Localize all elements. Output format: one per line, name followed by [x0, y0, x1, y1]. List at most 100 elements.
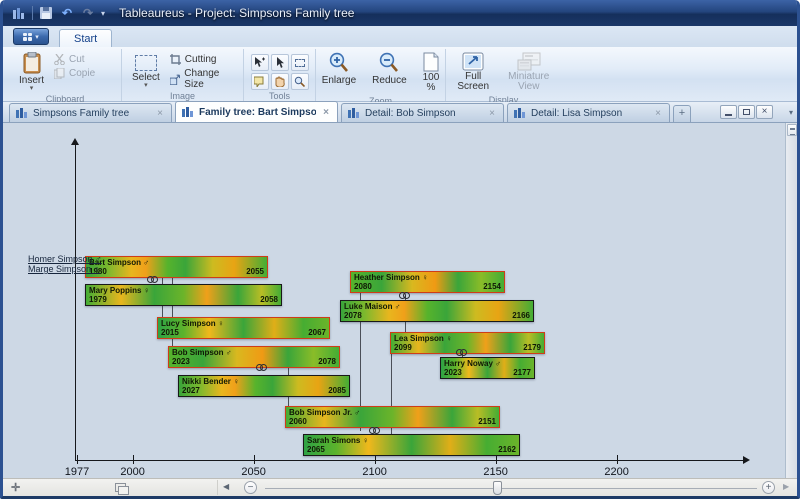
- change-size-button[interactable]: Change Size: [170, 68, 239, 90]
- pan-tool-button[interactable]: [271, 73, 289, 90]
- miniature-view-button[interactable]: Miniature View: [500, 50, 557, 94]
- ribbon-tab-start[interactable]: Start: [59, 29, 112, 47]
- end-year: 2154: [483, 282, 501, 291]
- zoom-tool-button[interactable]: [291, 73, 309, 90]
- person-bar[interactable]: Nikki Bender ♀20272085: [178, 375, 350, 397]
- x-axis-arrow-icon: [743, 456, 750, 464]
- end-year: 2179: [523, 343, 541, 352]
- pan-icon[interactable]: ✛: [11, 481, 20, 494]
- full-screen-button[interactable]: Full Screen: [450, 50, 496, 94]
- close-icon[interactable]: ×: [653, 108, 663, 119]
- tab-detail-bob-simpson[interactable]: Detail: Bob Simpson ×: [341, 103, 504, 122]
- zoom-out-button[interactable]: −: [244, 481, 257, 494]
- page-icon: [423, 52, 439, 72]
- reduce-button[interactable]: Reduce: [366, 50, 412, 88]
- close-window-button[interactable]: ×: [756, 105, 773, 119]
- cutting-label: Cutting: [185, 54, 217, 65]
- person-bar[interactable]: Heather Simpson ♀20802154: [350, 271, 505, 293]
- change-size-label: Change Size: [184, 68, 239, 90]
- ancestor-link[interactable]: Marge Simpson ♀: [28, 264, 100, 274]
- scroll-left-icon[interactable]: ◀: [223, 482, 229, 491]
- x-axis-tick-label: 2050: [241, 466, 265, 478]
- cut-label: Cut: [69, 54, 85, 65]
- marriage-rings-icon: [256, 364, 269, 372]
- scroll-right-icon[interactable]: ▶: [783, 482, 789, 491]
- chart-icon: [16, 108, 28, 118]
- birth-year: 2023: [444, 368, 462, 377]
- cutting-button[interactable]: Cutting: [170, 54, 239, 65]
- person-bar[interactable]: Bart Simpson ♂19802055: [85, 256, 268, 278]
- zoom-in-icon: [328, 52, 350, 74]
- scrollbar-split-button[interactable]: [787, 124, 797, 136]
- minimize-button[interactable]: [720, 105, 737, 119]
- zoom-100-button[interactable]: 100%: [417, 50, 446, 95]
- end-year: 2177: [513, 368, 531, 377]
- select-button[interactable]: Select ▾: [126, 50, 166, 90]
- page-layout-icon[interactable]: [115, 483, 126, 492]
- new-tab-button[interactable]: +: [673, 105, 691, 122]
- family-tree-canvas[interactable]: 197720002050210021502200Homer Simpson ♂M…: [3, 123, 785, 478]
- enlarge-button[interactable]: Enlarge: [316, 50, 362, 88]
- zoom-slider-thumb[interactable]: [493, 481, 502, 495]
- x-axis-tick: [77, 455, 78, 464]
- application-menu-button[interactable]: ▾: [13, 28, 49, 45]
- tab-label: Detail: Lisa Simpson: [531, 108, 648, 119]
- undo-icon[interactable]: ↶: [59, 6, 75, 20]
- person-bar[interactable]: Mary Poppins ♀19792058: [85, 284, 282, 306]
- save-icon[interactable]: [38, 6, 54, 20]
- person-bar[interactable]: Lucy Simpson ♀20152067: [157, 317, 330, 339]
- redo-icon[interactable]: ↷: [80, 6, 96, 20]
- end-year: 2067: [308, 328, 326, 337]
- clipboard-icon: [23, 52, 41, 74]
- x-axis-tick: [375, 455, 376, 464]
- copy-button[interactable]: Copie: [54, 68, 95, 79]
- x-axis-tick-label: 1977: [65, 466, 89, 478]
- move-tool-button[interactable]: [251, 54, 269, 71]
- ribbon-group-zoom: Enlarge Reduce 100% Zoom: [315, 49, 445, 101]
- tab-family-tree-bart-simpson[interactable]: Family tree: Bart Simpson ×: [175, 101, 338, 122]
- y-axis-arrow-icon: [71, 138, 79, 145]
- note-icon: [254, 76, 265, 87]
- birth-year: 2060: [289, 417, 307, 426]
- person-bar[interactable]: Bob Simpson ♂20232078: [168, 346, 340, 368]
- zoom-in-button[interactable]: +: [762, 481, 775, 494]
- ribbon-group-tools: Tools: [243, 49, 315, 101]
- person-bar[interactable]: Bob Simpson Jr. ♂20602151: [285, 406, 500, 428]
- zoom-percent-sub: %: [427, 82, 436, 93]
- note-tool-button[interactable]: [251, 73, 269, 90]
- close-icon[interactable]: ×: [155, 108, 165, 119]
- tab-simpsons-family-tree[interactable]: Simpsons Family tree ×: [9, 103, 172, 122]
- zoom-out-icon: [378, 52, 400, 74]
- cut-button[interactable]: Cut: [54, 54, 95, 65]
- close-icon[interactable]: ×: [487, 108, 497, 119]
- tab-list-dropdown-icon[interactable]: ▾: [789, 108, 793, 117]
- chart-icon: [514, 108, 526, 118]
- quick-access-dropdown-icon[interactable]: ▾: [101, 9, 105, 18]
- rect-select-tool-button[interactable]: [291, 54, 309, 71]
- end-year: 2058: [260, 295, 278, 304]
- vertical-scrollbar[interactable]: [785, 123, 797, 478]
- x-axis-tick: [254, 455, 255, 464]
- marriage-rings-icon: [147, 276, 160, 284]
- restore-icon: [743, 109, 750, 115]
- restore-button[interactable]: [738, 105, 755, 119]
- miniature-view-label: Miniature View: [506, 72, 551, 92]
- ancestor-links[interactable]: Homer Simpson ♂Marge Simpson ♀: [28, 254, 100, 274]
- close-icon[interactable]: ×: [321, 107, 331, 118]
- ancestor-link[interactable]: Homer Simpson ♂: [28, 254, 100, 264]
- end-year: 2166: [512, 311, 530, 320]
- person-bar[interactable]: Harry Noway ♂20232177: [440, 357, 535, 379]
- person-bar[interactable]: Luke Maison ♂20782166: [340, 300, 534, 322]
- zoom-slider-track[interactable]: [265, 488, 757, 489]
- timeline-chart: 197720002050210021502200Homer Simpson ♂M…: [3, 123, 785, 478]
- tab-label: Family tree: Bart Simpson: [199, 107, 316, 118]
- ribbon-group-image: Select ▾ Cutting Change Size Image: [121, 49, 243, 101]
- person-bar[interactable]: Sarah Simons ♀20652162: [303, 434, 520, 456]
- selection-rectangle-icon: [135, 55, 157, 71]
- select-tool-button[interactable]: [271, 54, 289, 71]
- tab-detail-lisa-simpson[interactable]: Detail: Lisa Simpson ×: [507, 103, 670, 122]
- insert-button[interactable]: Insert ▾: [13, 50, 50, 93]
- divider: [32, 6, 33, 20]
- y-axis-line: [75, 145, 76, 460]
- minimize-icon: [725, 114, 732, 116]
